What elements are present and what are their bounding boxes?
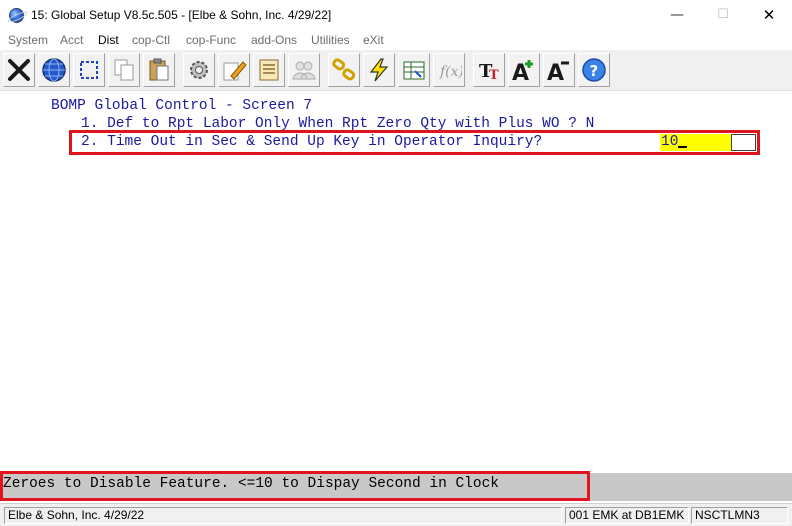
- menu-exit[interactable]: eXit: [363, 33, 384, 47]
- app-globe-icon[interactable]: [9, 8, 24, 23]
- select-icon: [80, 61, 98, 79]
- globe-icon: [42, 58, 66, 82]
- menu-system[interactable]: System: [8, 33, 48, 47]
- font-increase-icon: A: [512, 60, 533, 83]
- font-button[interactable]: TT: [473, 53, 505, 87]
- menu-cop-ctl[interactable]: cop-Ctl: [132, 33, 170, 47]
- link-icon: [332, 58, 356, 81]
- minimize-button[interactable]: —: [654, 0, 700, 30]
- help-button[interactable]: ?: [578, 53, 610, 87]
- copy-icon: [114, 59, 134, 81]
- svg-text:?: ?: [590, 62, 599, 80]
- select-button[interactable]: [73, 53, 105, 87]
- lightning-button[interactable]: [363, 53, 395, 87]
- status-session: 001 EMK at DB1EMK: [565, 507, 689, 524]
- globe-button[interactable]: [38, 53, 70, 87]
- spreadsheet-icon: [403, 61, 425, 80]
- link-button[interactable]: [328, 53, 360, 87]
- close-button[interactable]: ✕: [746, 0, 792, 30]
- notes-icon: [259, 59, 279, 81]
- close-x-button[interactable]: [3, 53, 35, 87]
- menu-dist[interactable]: Dist: [98, 33, 119, 47]
- menu-utilities[interactable]: Utilities: [311, 33, 350, 47]
- users-icon: [292, 61, 316, 80]
- help-icon: ?: [582, 58, 606, 82]
- svg-text:T: T: [489, 68, 499, 83]
- copy-button[interactable]: [108, 53, 140, 87]
- lightning-icon: [369, 58, 389, 82]
- highlight-box-hint: [0, 471, 590, 501]
- menu-cop-func[interactable]: cop-Func: [186, 33, 236, 47]
- menu-acct[interactable]: Acct: [60, 33, 83, 47]
- font-decrease-icon: A: [547, 61, 569, 83]
- font-icon: TT: [479, 61, 499, 83]
- function-icon: f(x): [439, 64, 462, 80]
- maximize-button[interactable]: ☐: [700, 0, 746, 30]
- close-x-icon: [8, 59, 30, 81]
- paste-button[interactable]: [143, 53, 175, 87]
- screen-heading: BOMP Global Control - Screen 7: [51, 98, 313, 114]
- svg-text:f(x): f(x): [439, 64, 462, 80]
- edit-button[interactable]: [218, 53, 250, 87]
- font-increase-button[interactable]: A: [508, 53, 540, 87]
- title-bar: 15: Global Setup V8.5c.505 - [Elbe & Soh…: [0, 0, 792, 30]
- window-title: 15: Global Setup V8.5c.505 - [Elbe & Soh…: [31, 8, 332, 22]
- notes-button[interactable]: [253, 53, 285, 87]
- settings-button[interactable]: [183, 53, 215, 87]
- status-program: NSCTLMN3: [691, 507, 788, 524]
- spreadsheet-button[interactable]: [398, 53, 430, 87]
- edit-pencil-icon: [223, 61, 247, 81]
- font-decrease-button[interactable]: A: [543, 53, 575, 87]
- terminal-screen: BOMP Global Control - Screen 7 1. Def to…: [0, 91, 792, 473]
- menu-bar: System Acct Dist cop-Ctl cop-Func add-On…: [0, 30, 792, 50]
- settings-gear-icon: [190, 61, 208, 79]
- paste-icon: [149, 58, 169, 81]
- status-company: Elbe & Sohn, Inc. 4/29/22: [4, 507, 562, 524]
- users-button[interactable]: [288, 53, 320, 87]
- menu-add-ons[interactable]: add-Ons: [251, 33, 297, 47]
- function-button[interactable]: f(x): [433, 53, 465, 87]
- toolbar: f(x) TT A A ?: [0, 50, 792, 91]
- highlight-box-row-2: [69, 130, 760, 155]
- hint-bar: Zeroes to Disable Feature. <=10 to Dispa…: [0, 471, 792, 501]
- status-bar: Elbe & Sohn, Inc. 4/29/22 001 EMK at DB1…: [0, 503, 792, 526]
